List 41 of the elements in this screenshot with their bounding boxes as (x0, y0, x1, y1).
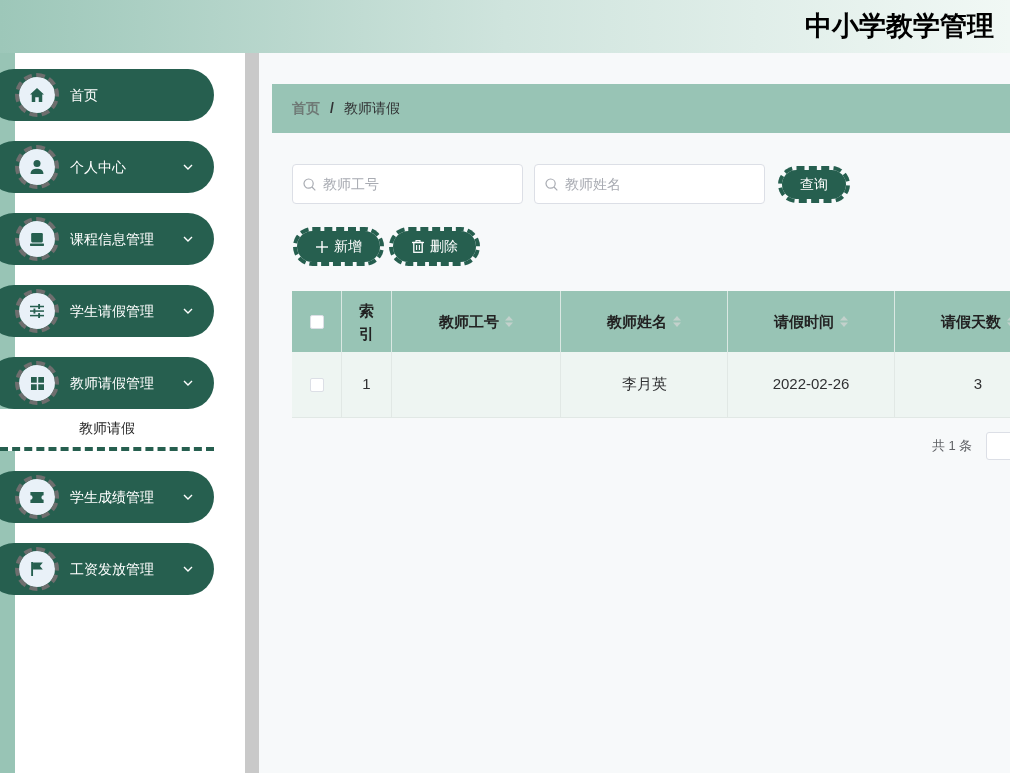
total-count: 共 1 条 (932, 437, 973, 456)
breadcrumb-separator: / (330, 99, 334, 118)
breadcrumb-current: 教师请假 (343, 99, 400, 118)
chevron-down-icon (183, 236, 193, 242)
submenu-item[interactable]: 教师请假 (0, 409, 214, 447)
search-icon (303, 178, 316, 191)
column-header: 教师工号 (439, 312, 499, 332)
column-header: 请假时间 (774, 312, 834, 332)
sort-icon[interactable] (840, 315, 848, 328)
search-icon (545, 178, 558, 191)
table-cell: 3 (895, 352, 1010, 417)
table-cell: 2022-02-26 (728, 352, 895, 417)
plus-icon (315, 240, 328, 253)
add-button[interactable]: 新增 (293, 227, 384, 266)
column-header: 教师姓名 (607, 312, 667, 332)
search-button[interactable]: 查询 (778, 165, 850, 203)
menu-item[interactable]: 教师请假管理 (0, 357, 214, 409)
chevron-down-icon (183, 566, 193, 572)
sort-icon[interactable] (673, 315, 681, 328)
column-header: 请假天数 (941, 312, 1001, 332)
trash-icon (411, 240, 424, 253)
delete-button[interactable]: 删除 (389, 227, 480, 266)
table-cell: 李月英 (561, 352, 728, 417)
chevron-down-icon (183, 164, 193, 170)
app-title: 中小学教学管理 (805, 10, 994, 44)
menu-item[interactable]: 首页 (0, 69, 214, 121)
sort-icon[interactable] (505, 315, 513, 328)
search-field[interactable]: 教师姓名 (534, 164, 765, 204)
menu-item[interactable]: 学生请假管理 (0, 285, 214, 337)
row-checkbox[interactable] (309, 377, 324, 392)
chevron-down-icon (183, 380, 193, 386)
chevron-down-icon (183, 308, 193, 314)
menu-item[interactable]: 个人中心 (0, 141, 214, 193)
select-all-checkbox[interactable] (309, 314, 324, 329)
menu-item[interactable]: 学生成绩管理 (0, 471, 214, 523)
search-field[interactable]: 教师工号 (292, 164, 523, 204)
menu-item[interactable]: 工资发放管理 (0, 543, 214, 595)
column-header: 索引 (358, 300, 375, 344)
menu-item[interactable]: 课程信息管理 (0, 213, 214, 265)
chevron-down-icon (183, 494, 193, 500)
table-cell: 1 (342, 352, 392, 417)
